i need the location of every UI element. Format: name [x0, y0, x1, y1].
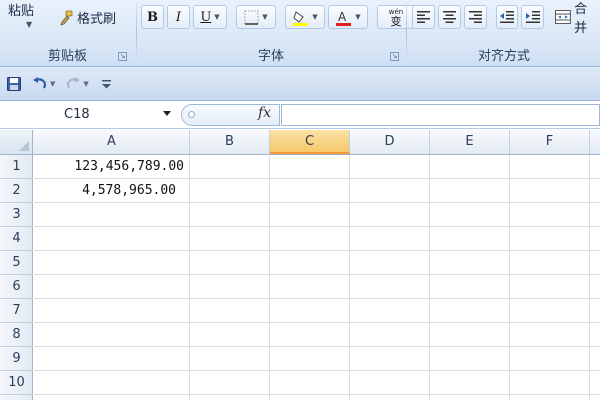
row-header[interactable]: 5: [0, 251, 33, 275]
gridline: [34, 322, 600, 323]
group-divider: [136, 2, 137, 64]
row-header[interactable]: 8: [0, 323, 33, 347]
gridline: [189, 155, 190, 400]
undo-icon[interactable]: [32, 76, 48, 92]
align-right-button[interactable]: [463, 5, 487, 29]
cell-grid[interactable]: 123,456,789.00 4,578,965.00: [34, 155, 600, 400]
name-box-dropdown-icon[interactable]: [163, 111, 171, 116]
svg-text:A: A: [338, 10, 347, 24]
underline-label: U: [200, 9, 212, 25]
column-header-e[interactable]: E: [430, 130, 510, 154]
name-box[interactable]: C18: [0, 104, 178, 126]
insert-function-button[interactable]: fx: [258, 105, 271, 121]
column-header-f[interactable]: F: [510, 130, 590, 154]
column-headers: A B C D E F: [0, 130, 600, 155]
font-group: B I U ▼ ▼ ▼ A ▼ wén 变 字体 ↘: [138, 0, 415, 66]
font-color-button[interactable]: A ▼: [328, 5, 368, 29]
alignment-group-label: 对齐方式: [477, 49, 530, 64]
decrease-indent-button[interactable]: [495, 5, 519, 29]
cell-a2[interactable]: 4,578,965.00: [34, 179, 176, 203]
redo-icon[interactable]: [65, 76, 81, 92]
bold-button[interactable]: B: [141, 5, 164, 29]
chevron-down-icon: ▼: [262, 13, 268, 21]
quick-access-toolbar: ▼ ▼: [0, 67, 600, 101]
column-header-c[interactable]: C: [270, 130, 350, 154]
column-header-d[interactable]: D: [350, 130, 430, 154]
align-left-button[interactable]: [412, 5, 435, 29]
merge-label: 合并: [574, 2, 588, 36]
chevron-down-icon: ▼: [214, 13, 220, 21]
font-buttons: B I U ▼ ▼ ▼ A ▼ wén 变: [141, 5, 415, 29]
alignment-group: 合并 对齐方式: [408, 0, 600, 66]
gridline: [34, 298, 600, 299]
chevron-down-icon: ▼: [355, 13, 361, 21]
gridline: [269, 155, 270, 400]
clipboard-group: 粘贴 ▼ 格式刷 剪贴板 ↘: [0, 0, 135, 66]
gridline: [34, 346, 600, 347]
row-header[interactable]: 3: [0, 203, 33, 227]
clipboard-group-label: 剪贴板: [47, 49, 87, 64]
row-header[interactable]: 4: [0, 227, 33, 251]
row-headers: 1 2 3 4 5 6 7 8 9 10: [0, 155, 33, 400]
alignment-buttons: 合并: [412, 2, 600, 36]
underline-button[interactable]: U ▼: [193, 5, 227, 29]
increase-indent-button[interactable]: [521, 5, 545, 29]
undo-dropdown-icon[interactable]: ▼: [50, 80, 55, 88]
formula-bar: C18 fx: [0, 101, 600, 129]
format-painter-label: 格式刷: [77, 12, 117, 27]
gridline: [34, 370, 600, 371]
ribbon: 粘贴 ▼ 格式刷 剪贴板 ↘ B I U ▼ ▼ ▼ A ▼ wén 变 字体 …: [0, 0, 600, 67]
row-header[interactable]: 6: [0, 275, 33, 299]
clipboard-launcher-icon[interactable]: ↘: [118, 52, 127, 61]
cell-a1[interactable]: 123,456,789.00: [34, 155, 184, 179]
row-header[interactable]: 9: [0, 347, 33, 371]
increase-indent-icon: [525, 11, 540, 23]
paste-button[interactable]: 粘贴: [8, 0, 34, 19]
align-left-icon: [416, 11, 430, 23]
row-header[interactable]: 10: [0, 371, 33, 395]
gridline: [34, 250, 600, 251]
gridline: [429, 155, 430, 400]
font-group-label: 字体: [257, 49, 284, 64]
gridline: [34, 394, 600, 395]
row-header[interactable]: 1: [0, 155, 33, 179]
font-color-icon: A: [336, 10, 352, 26]
gridline: [589, 155, 590, 400]
align-right-icon: [468, 11, 482, 23]
save-icon[interactable]: [6, 76, 22, 92]
fill-color-button[interactable]: ▼: [285, 5, 325, 29]
align-center-icon: [442, 11, 456, 23]
chevron-down-icon: ▼: [312, 13, 318, 21]
italic-button[interactable]: I: [167, 5, 190, 29]
border-button[interactable]: ▼: [236, 5, 276, 29]
select-all-button[interactable]: [0, 130, 33, 154]
format-painter-button[interactable]: 格式刷: [58, 8, 116, 27]
font-launcher-icon[interactable]: ↘: [390, 52, 399, 61]
border-icon: [244, 10, 259, 25]
gridline: [509, 155, 510, 400]
paint-bucket-icon: [293, 10, 309, 26]
gridline: [34, 226, 600, 227]
row-header[interactable]: 7: [0, 299, 33, 323]
row-header[interactable]: 2: [0, 179, 33, 203]
redo-dropdown-icon[interactable]: ▼: [83, 80, 88, 88]
gridline: [34, 274, 600, 275]
phonetic-glyph: 变: [390, 15, 402, 28]
column-header-a[interactable]: A: [34, 130, 190, 154]
align-center-button[interactable]: [437, 5, 461, 29]
formula-bar-resize-handle[interactable]: [188, 111, 195, 118]
customize-toolbar-icon[interactable]: [99, 76, 115, 92]
gridline: [349, 155, 350, 400]
formula-input[interactable]: [281, 104, 600, 126]
group-divider: [406, 2, 407, 64]
merge-center-button[interactable]: 合并: [555, 2, 600, 36]
decrease-indent-icon: [500, 11, 514, 23]
merge-cells-icon: [555, 10, 572, 24]
brush-icon: [60, 10, 73, 26]
column-header-b[interactable]: B: [190, 130, 270, 154]
paste-dropdown-icon[interactable]: ▼: [26, 20, 32, 29]
